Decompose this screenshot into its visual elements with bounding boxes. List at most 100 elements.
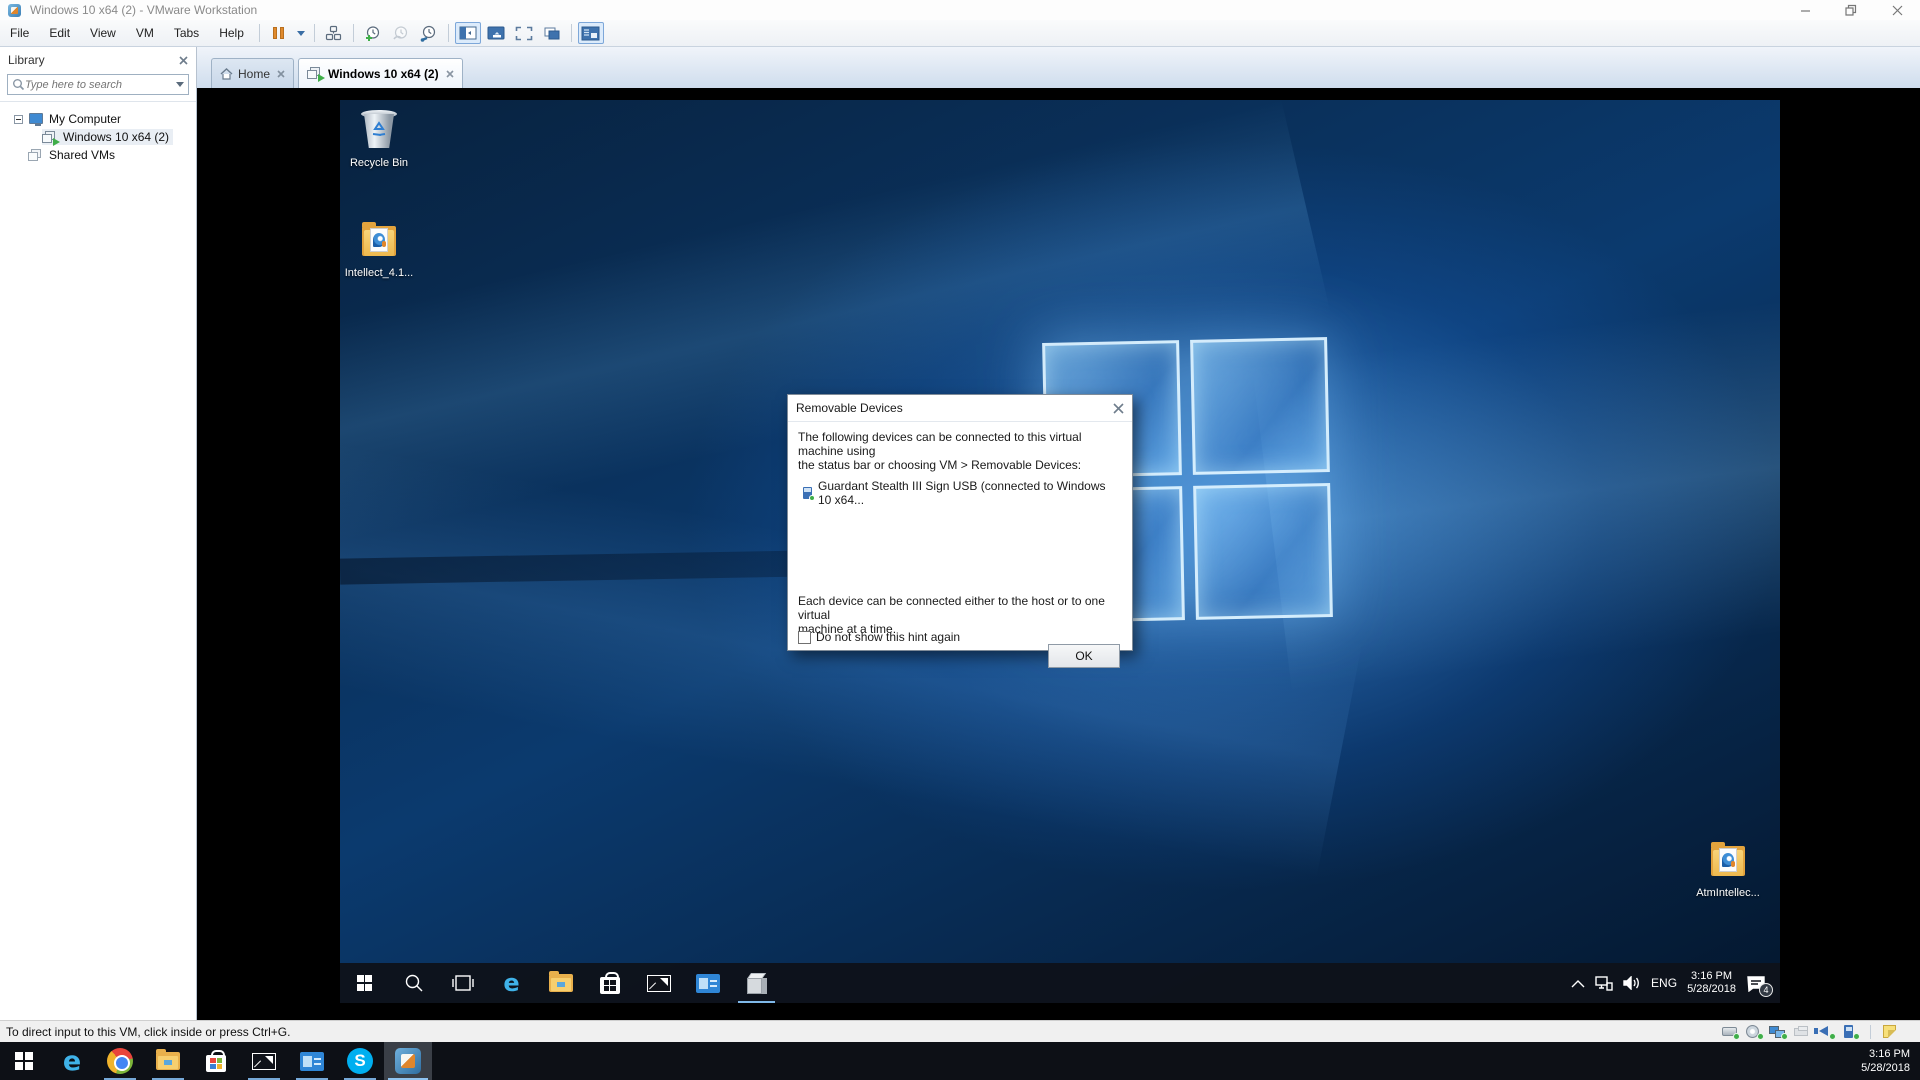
action-center-button[interactable]: 4 bbox=[1746, 975, 1766, 992]
toolbar-separator bbox=[353, 24, 354, 42]
device-list-item[interactable]: Guardant Stealth III Sign USB (connected… bbox=[801, 479, 1122, 507]
collapse-icon[interactable] bbox=[14, 115, 23, 124]
minimize-button[interactable] bbox=[1782, 0, 1828, 20]
restore-button[interactable] bbox=[1828, 0, 1874, 20]
host-start-button[interactable] bbox=[0, 1042, 48, 1080]
thumbnail-bar-icon bbox=[581, 26, 600, 41]
vm-task-view-button[interactable] bbox=[438, 963, 487, 1003]
hint-checkbox-row[interactable]: Do not show this hint again bbox=[798, 630, 960, 644]
store-icon bbox=[600, 977, 620, 994]
people-card-icon bbox=[300, 1052, 324, 1071]
device-label: Guardant Stealth III Sign USB (connected… bbox=[818, 479, 1122, 507]
message-log-icon[interactable] bbox=[1881, 1024, 1900, 1039]
sound-status-icon[interactable] bbox=[1817, 1024, 1836, 1039]
vm-installer-app-button[interactable] bbox=[732, 963, 781, 1003]
console-view-button[interactable] bbox=[483, 22, 509, 44]
language-indicator[interactable]: ENG bbox=[1651, 976, 1677, 990]
vm-console-area[interactable]: Recycle Bin Intellect_4.1... bbox=[197, 88, 1920, 1020]
library-search-input[interactable] bbox=[25, 79, 173, 91]
desktop-icon-recycle-bin[interactable]: Recycle Bin bbox=[340, 108, 418, 169]
title-bar: Windows 10 x64 (2) - VMware Workstation bbox=[0, 0, 1920, 20]
desktop-icon-atmintellect[interactable]: AtmIntellec... bbox=[1689, 838, 1767, 899]
tab-close-button[interactable] bbox=[446, 70, 454, 78]
host-taskbar: e S 3:16 PM 5/28/2018 bbox=[0, 1042, 1920, 1080]
status-device-icons bbox=[1721, 1024, 1914, 1039]
cd-dvd-status-icon[interactable] bbox=[1745, 1024, 1764, 1039]
vm-time: 3:16 PM bbox=[1687, 970, 1736, 983]
task-view-icon bbox=[452, 974, 474, 992]
dialog-title-bar[interactable]: Removable Devices bbox=[788, 395, 1132, 422]
library-close-button[interactable] bbox=[179, 56, 188, 65]
host-mail-button[interactable] bbox=[240, 1042, 288, 1080]
host-chrome-button[interactable] bbox=[96, 1042, 144, 1080]
dialog-title: Removable Devices bbox=[796, 401, 903, 415]
show-library-button[interactable] bbox=[455, 22, 481, 44]
network-adapter-status-icon[interactable] bbox=[1769, 1024, 1788, 1039]
printer-status-icon[interactable] bbox=[1793, 1024, 1812, 1039]
vm-screen[interactable]: Recycle Bin Intellect_4.1... bbox=[340, 100, 1780, 1003]
vmware-workstation-icon bbox=[395, 1048, 421, 1074]
host-store-button[interactable] bbox=[192, 1042, 240, 1080]
vm-clock[interactable]: 3:16 PM 5/28/2018 bbox=[1687, 970, 1736, 996]
wallpaper-beam bbox=[1252, 297, 1780, 693]
toolbar-separator bbox=[259, 24, 260, 42]
host-people-app-button[interactable] bbox=[288, 1042, 336, 1080]
vm-running-icon bbox=[42, 131, 58, 144]
menu-file[interactable]: File bbox=[0, 20, 39, 46]
tab-bar: Home Windows 10 x64 (2) bbox=[197, 47, 1920, 88]
host-file-explorer-button[interactable] bbox=[144, 1042, 192, 1080]
tree-item-shared-vms[interactable]: Shared VMs bbox=[0, 146, 196, 164]
tree-item-label: Windows 10 x64 (2) bbox=[63, 130, 169, 144]
dialog-close-button[interactable] bbox=[1113, 403, 1124, 414]
network-icon[interactable] bbox=[1595, 976, 1613, 991]
do-not-show-checkbox[interactable] bbox=[798, 631, 811, 644]
ctrl-alt-del-icon bbox=[325, 25, 342, 41]
menu-vm[interactable]: VM bbox=[126, 20, 164, 46]
vm-search-button[interactable] bbox=[389, 963, 438, 1003]
suspend-button[interactable] bbox=[266, 22, 292, 44]
tray-chevron-up-icon[interactable] bbox=[1571, 979, 1585, 988]
unity-mode-button[interactable] bbox=[539, 22, 565, 44]
host-vmware-button[interactable] bbox=[384, 1042, 432, 1080]
menu-edit[interactable]: Edit bbox=[39, 20, 80, 46]
send-ctrl-alt-del-button[interactable] bbox=[321, 22, 347, 44]
host-skype-button[interactable]: S bbox=[336, 1042, 384, 1080]
fullscreen-icon bbox=[515, 26, 533, 41]
menu-tabs[interactable]: Tabs bbox=[164, 20, 209, 46]
menu-help[interactable]: Help bbox=[209, 20, 254, 46]
menu-view[interactable]: View bbox=[80, 20, 126, 46]
close-button[interactable] bbox=[1874, 0, 1920, 20]
ok-button[interactable]: OK bbox=[1048, 644, 1120, 668]
tab-windows-10-x64-2[interactable]: Windows 10 x64 (2) bbox=[298, 58, 463, 88]
desktop-icon-intellect[interactable]: Intellect_4.1... bbox=[340, 218, 418, 279]
chevron-down-icon bbox=[297, 31, 305, 36]
tab-close-button[interactable] bbox=[277, 70, 285, 78]
show-thumbnail-bar-button[interactable] bbox=[578, 22, 604, 44]
host-edge-button[interactable]: e bbox=[48, 1042, 96, 1080]
manage-snapshots-button[interactable] bbox=[416, 22, 442, 44]
host-clock[interactable]: 3:16 PM 5/28/2018 bbox=[1861, 1042, 1920, 1080]
search-dropdown-icon[interactable] bbox=[176, 82, 184, 87]
hard-disk-status-icon[interactable] bbox=[1721, 1024, 1740, 1039]
checkbox-label: Do not show this hint again bbox=[816, 630, 960, 644]
chrome-icon bbox=[107, 1048, 133, 1074]
vm-start-button[interactable] bbox=[340, 963, 389, 1003]
vm-store-button[interactable] bbox=[585, 963, 634, 1003]
vm-edge-button[interactable]: e bbox=[487, 963, 536, 1003]
suspend-dropdown-button[interactable] bbox=[294, 22, 308, 44]
tree-item-my-computer[interactable]: My Computer bbox=[0, 110, 196, 128]
vm-mail-button[interactable] bbox=[634, 963, 683, 1003]
volume-icon[interactable] bbox=[1623, 976, 1641, 990]
recycle-bin-icon bbox=[357, 108, 401, 152]
vm-running-icon bbox=[307, 67, 323, 80]
revert-snapshot-button[interactable] bbox=[388, 22, 414, 44]
home-icon bbox=[220, 68, 233, 80]
tab-home[interactable]: Home bbox=[211, 58, 294, 88]
full-screen-button[interactable] bbox=[511, 22, 537, 44]
take-snapshot-button[interactable] bbox=[360, 22, 386, 44]
vm-file-explorer-button[interactable] bbox=[536, 963, 585, 1003]
tree-item-windows-10-x64-2[interactable]: Windows 10 x64 (2) bbox=[0, 128, 196, 146]
main-area: Library My Computer Windows 10 bbox=[0, 47, 1920, 1020]
usb-device-status-icon[interactable] bbox=[1841, 1024, 1860, 1039]
vm-people-app-button[interactable] bbox=[683, 963, 732, 1003]
